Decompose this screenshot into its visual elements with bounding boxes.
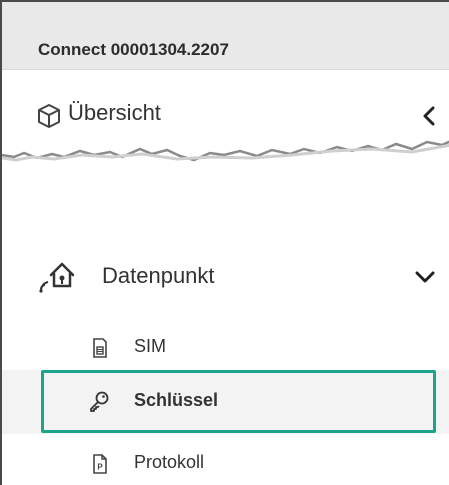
nav-item-overview-label: Übersicht <box>68 100 161 125</box>
sub-item-sim[interactable]: SIM <box>2 326 449 366</box>
cube-icon <box>38 104 60 128</box>
nav-item-datapoint[interactable]: Datenpunkt <box>2 257 449 297</box>
sub-item-sim-label: SIM <box>134 336 167 356</box>
panel-header: Connect 00001304.2207 <box>2 2 449 70</box>
svg-text:P: P <box>97 463 103 472</box>
sim-card-icon <box>93 338 107 358</box>
chevron-down-icon[interactable] <box>415 270 435 284</box>
nav-item-datapoint-label: Datenpunkt <box>102 263 215 288</box>
smart-home-icon <box>39 262 75 293</box>
navigation-panel: Connect 00001304.2207 Übersicht Datenpun… <box>0 0 449 485</box>
selection-highlight <box>41 370 436 433</box>
torn-paper-edge <box>2 140 449 187</box>
sub-item-protocol[interactable]: P Protokoll <box>2 442 449 482</box>
sub-item-protocol-label: Protokoll <box>134 452 205 472</box>
protocol-document-icon: P <box>93 454 107 474</box>
chevron-left-icon[interactable] <box>421 106 437 126</box>
connect-title: Connect 00001304.2207 <box>38 40 229 59</box>
